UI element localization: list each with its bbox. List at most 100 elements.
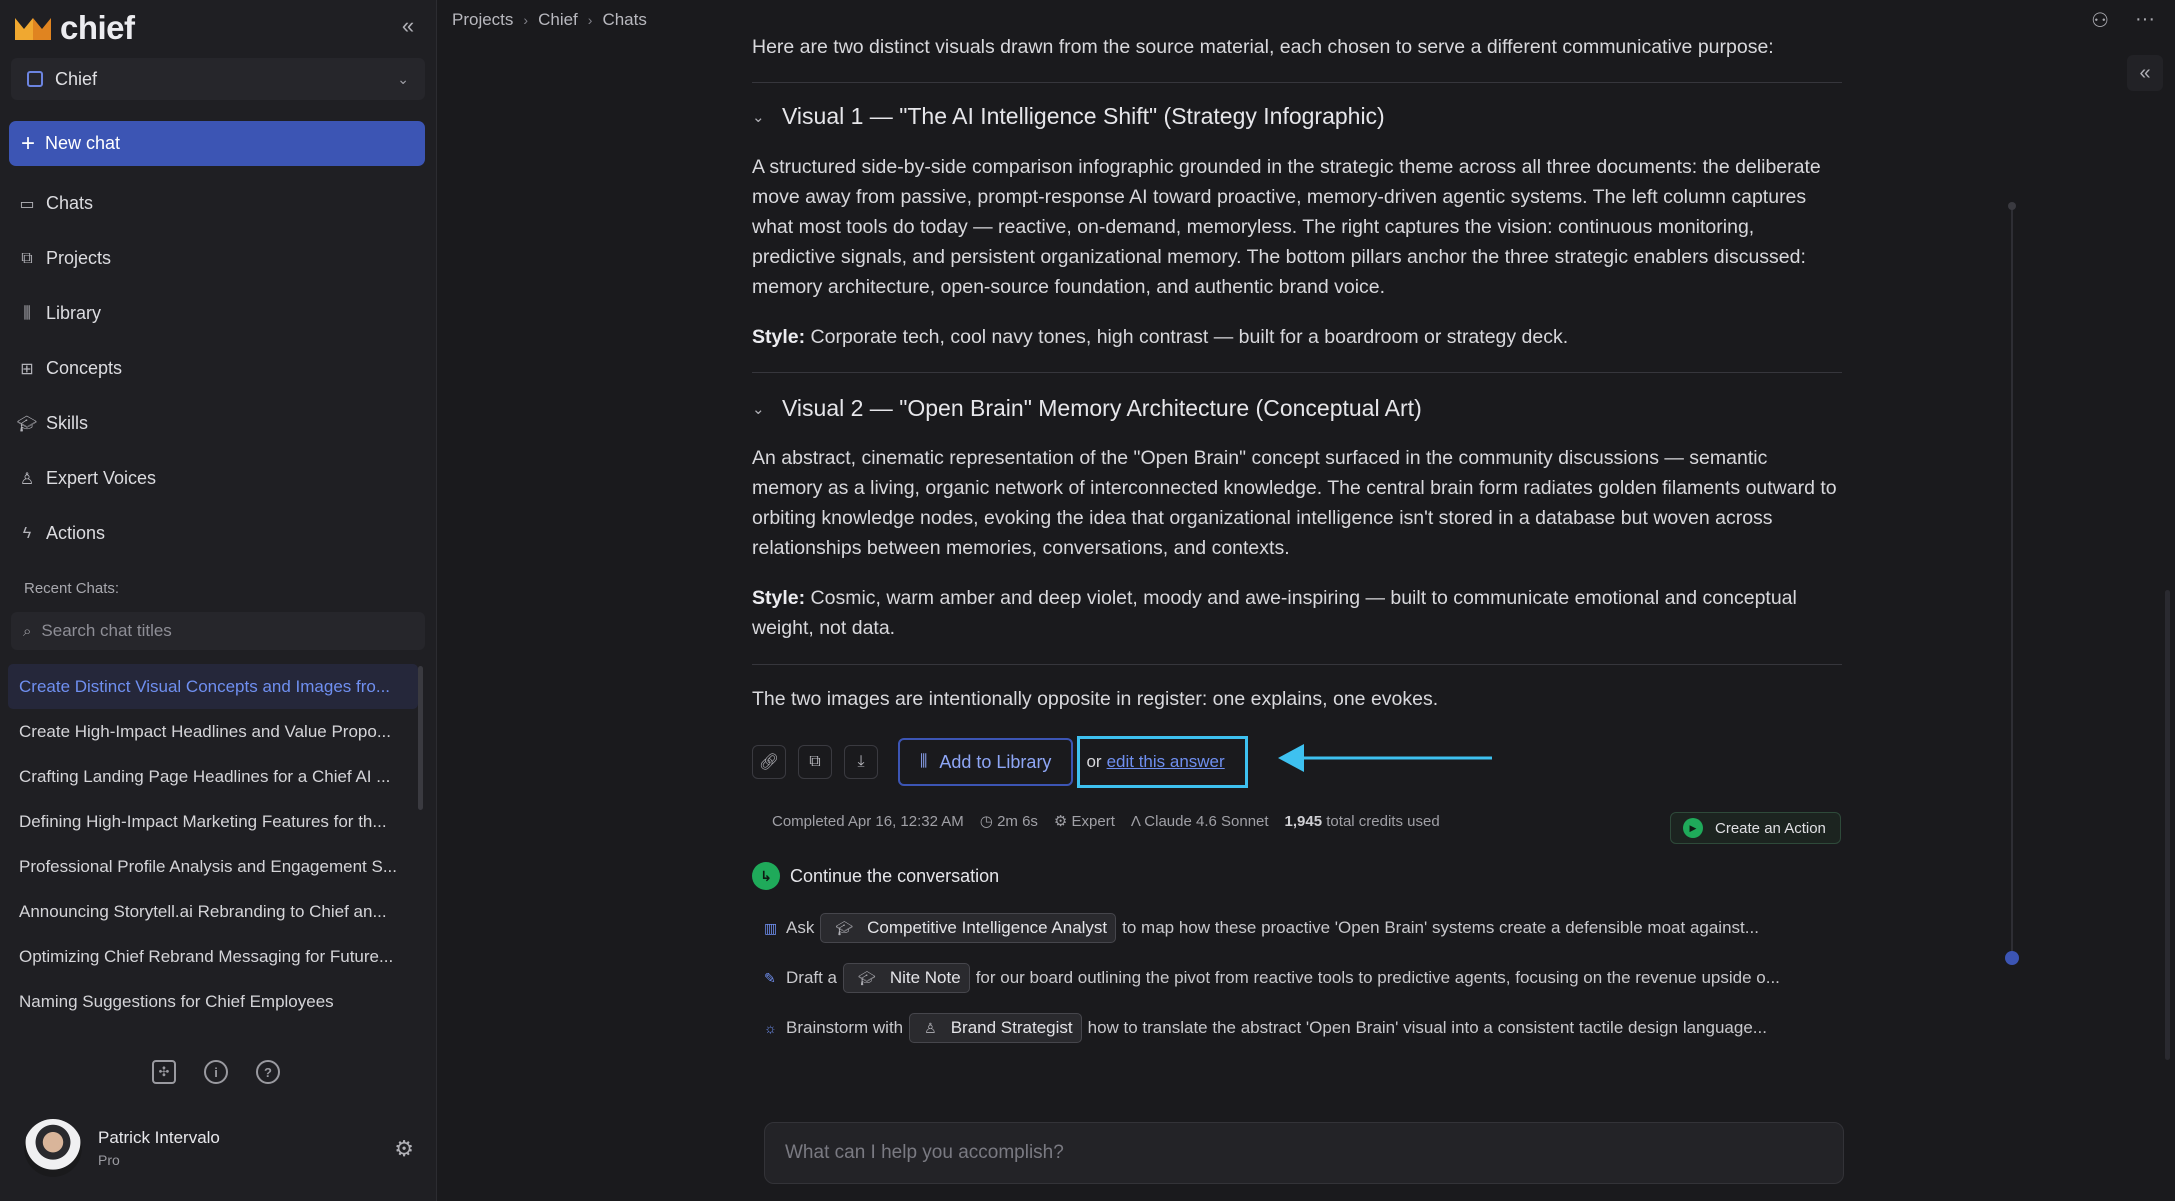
pill-label: Nite Note [889, 968, 961, 987]
user-name: Patrick Intervalo [98, 1128, 220, 1147]
expand-panel-icon[interactable]: « [2127, 55, 2163, 91]
sidebar-item-skills[interactable]: 🎓︎ Skills [0, 396, 437, 451]
projects-icon: ⧉ [21, 249, 33, 267]
suggestion-text: for our board outlining the pivot from r… [975, 968, 1780, 987]
chief-logo-icon [15, 18, 51, 40]
sidebar-nav: ▭ Chats ⧉ Projects ⫼ Library ⊞ Concepts … [0, 176, 437, 561]
recent-chat-item[interactable]: Crafting Landing Page Headlines for a Ch… [8, 754, 418, 799]
breadcrumb: Projects › Chief › Chats [452, 10, 647, 30]
chevron-down-icon: ⌄ [397, 70, 409, 87]
recent-chat-item[interactable]: Create Distinct Visual Concepts and Imag… [8, 664, 418, 709]
copy-icon[interactable]: ⧉ [798, 745, 832, 779]
library-icon: ⫼ [23, 304, 31, 322]
suggestions-list: ▥ Ask 🎓︎ Competitive Intelligence Analys… [764, 903, 1834, 1053]
visual2-style: Style: Cosmic, warm amber and deep viole… [752, 583, 1842, 643]
intro-text: Here are two distinct visuals drawn from… [752, 36, 1774, 58]
search-input[interactable] [41, 621, 402, 641]
expert-pill[interactable]: 🎓︎ Nite Note [843, 963, 970, 993]
composer[interactable] [764, 1122, 1844, 1184]
new-chat-button[interactable]: + New chat [9, 121, 425, 166]
link-icon[interactable]: 🔗︎ [752, 745, 786, 779]
recent-chat-item[interactable]: Optimizing Chief Rebrand Messaging for F… [8, 934, 418, 979]
edit-answer-highlight: or edit this answer [1077, 736, 1248, 788]
mode: Expert [1071, 813, 1115, 830]
new-chat-label: New chat [45, 133, 121, 153]
chevron-right-icon: › [587, 12, 593, 28]
recent-chat-item[interactable]: Announcing Storytell.ai Rebranding to Ch… [8, 889, 418, 934]
or-text: or [1086, 752, 1102, 771]
clock-icon: ◷ [979, 813, 993, 830]
person-icon: ♙ [19, 470, 35, 488]
concepts-icon: ⊞ [20, 360, 34, 378]
recent-chat-item[interactable]: Create High-Impact Headlines and Value P… [8, 709, 418, 754]
expert-pill[interactable]: 🎓︎ Competitive Intelligence Analyst [820, 913, 1117, 943]
gear-icon[interactable]: ⚙ [394, 1136, 414, 1162]
recent-chats-list: Create Distinct Visual Concepts and Imag… [8, 664, 418, 1024]
suggestion-prefix: Draft a [786, 968, 838, 987]
sidebar-item-projects[interactable]: ⧉ Projects [0, 231, 437, 286]
timeline-current-marker[interactable] [2005, 951, 2019, 965]
more-icon[interactable]: ··· [2135, 8, 2155, 33]
timeline-marker[interactable] [2008, 202, 2016, 210]
sidebar-item-concepts[interactable]: ⊞ Concepts [0, 341, 437, 396]
visual2-body: An abstract, cinematic representation of… [752, 447, 1837, 559]
pill-label: Competitive Intelligence Analyst [867, 918, 1108, 937]
info-icon[interactable]: i [204, 1060, 228, 1084]
search-chats-field[interactable]: ⌕ [11, 612, 425, 650]
sidebar-item-expert-voices[interactable]: ♙ Expert Voices [0, 451, 437, 506]
credits-count: 1,945 [1284, 812, 1323, 830]
suggestion-prefix: Ask [786, 918, 815, 937]
answer-toolbar: 🔗︎ ⧉ ⤓ ⫼ Add to Library or edit this ans… [752, 736, 1248, 788]
breadcrumb-chats[interactable]: Chats [602, 10, 646, 30]
logo[interactable]: chief [14, 9, 135, 46]
users-icon[interactable]: ⚇ [2091, 8, 2109, 33]
divider [752, 372, 1842, 373]
visual2-header[interactable]: ⌄ Visual 2 — "Open Brain" Memory Archite… [752, 395, 1422, 422]
download-icon[interactable]: ⤓ [844, 745, 878, 779]
sidebar-item-chats[interactable]: ▭ Chats [0, 176, 437, 231]
lightbulb-icon: ☼ [764, 1020, 777, 1036]
workspace-selector[interactable]: Chief ⌄ [11, 58, 425, 100]
chevron-down-icon: ⌄ [752, 108, 765, 126]
visual1-title: Visual 1 — "The AI Intelligence Shift" (… [782, 103, 1385, 129]
add-to-library-label: Add to Library [939, 751, 1052, 772]
visual1-style: Style: Corporate tech, cool navy tones, … [752, 322, 1842, 352]
prompt-input[interactable] [785, 1142, 1823, 1164]
recent-chats-label: Recent Chats: [24, 580, 120, 597]
top-right-actions: ⚇ ··· [2091, 8, 2155, 33]
puzzle-icon[interactable]: ✣ [152, 1060, 176, 1084]
breadcrumb-projects[interactable]: Projects [452, 10, 513, 30]
annotation-arrow-icon [1278, 744, 1492, 772]
add-to-library-button[interactable]: ⫼ Add to Library [898, 738, 1074, 786]
suggestion-text: how to translate the abstract 'Open Brai… [1087, 1018, 1767, 1037]
workspace-icon [27, 71, 43, 87]
sidebar: chief « Chief ⌄ + New chat ▭ Chats ⧉ Pro… [0, 0, 437, 1201]
edit-answer-link[interactable]: edit this answer [1107, 752, 1225, 772]
skills-icon: 🎓︎ [858, 969, 876, 986]
search-icon: ⌕ [23, 622, 32, 640]
create-action-button[interactable]: ▶ Create an Action [1670, 812, 1841, 844]
recent-chat-item[interactable]: Naming Suggestions for Chief Employees [8, 979, 418, 1024]
play-icon: ▶ [1683, 818, 1703, 838]
expert-pill[interactable]: ♙ Brand Strategist [909, 1013, 1082, 1043]
sidebar-footer-icons: ✣ i ? [152, 1060, 280, 1084]
sidebar-item-library[interactable]: ⫼ Library [0, 286, 437, 341]
suggestion-item[interactable]: ☼ Brainstorm with ♙ Brand Strategist how… [764, 1003, 1834, 1053]
sidebar-item-label: Chats [46, 193, 94, 213]
completed-time: Completed Apr 16, 12:32 AM [772, 812, 964, 830]
user-profile[interactable]: Patrick Intervalo Pro ⚙ [24, 1118, 414, 1178]
sidebar-scrollbar[interactable] [418, 666, 423, 810]
recent-chat-item[interactable]: Defining High-Impact Marketing Features … [8, 799, 418, 844]
visual1-header[interactable]: ⌄ Visual 1 — "The AI Intelligence Shift"… [752, 103, 1385, 130]
sidebar-item-actions[interactable]: ϟ Actions [0, 506, 437, 561]
recent-chat-item[interactable]: Professional Profile Analysis and Engage… [8, 844, 418, 889]
suggestion-item[interactable]: ✎ Draft a 🎓︎ Nite Note for our board out… [764, 953, 1834, 1003]
chart-icon: ▥ [764, 919, 778, 936]
main-scrollbar[interactable] [2165, 590, 2170, 1060]
user-plan: Pro [98, 1152, 120, 1168]
help-icon[interactable]: ? [256, 1060, 280, 1084]
suggestion-item[interactable]: ▥ Ask 🎓︎ Competitive Intelligence Analys… [764, 903, 1834, 953]
pen-icon: ✎ [764, 969, 776, 986]
breadcrumb-chief[interactable]: Chief [538, 10, 578, 30]
collapse-sidebar-icon[interactable]: « [398, 15, 418, 37]
